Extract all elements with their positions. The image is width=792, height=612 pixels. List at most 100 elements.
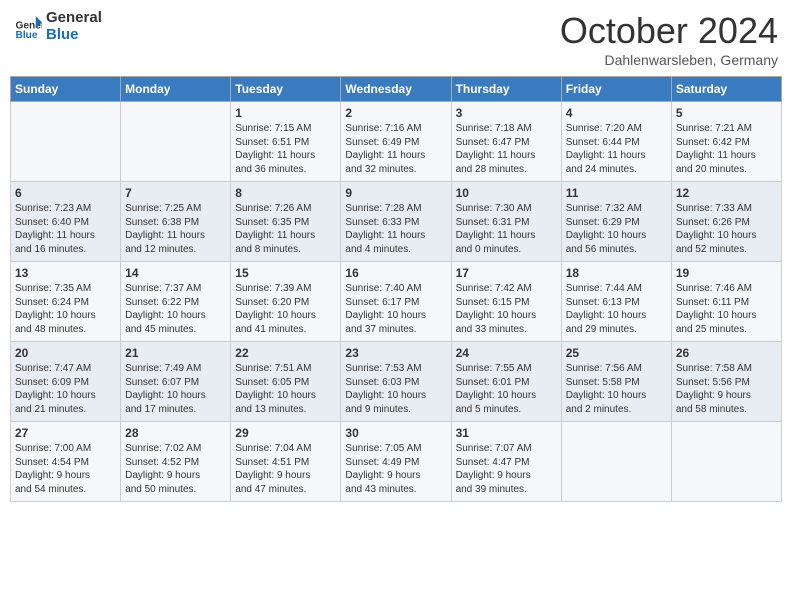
- day-info: Sunrise: 7:26 AM Sunset: 6:35 PM Dayligh…: [235, 202, 336, 256]
- title-block: October 2024 Dahlenwarsleben, Germany: [560, 10, 778, 68]
- calendar-header-row: SundayMondayTuesdayWednesdayThursdayFrid…: [11, 77, 782, 102]
- calendar-cell: [11, 102, 121, 182]
- calendar-cell: [561, 422, 671, 502]
- day-number: 30: [345, 426, 446, 440]
- day-info: Sunrise: 7:20 AM Sunset: 6:44 PM Dayligh…: [566, 122, 667, 176]
- calendar-cell: [121, 102, 231, 182]
- day-info: Sunrise: 7:00 AM Sunset: 4:54 PM Dayligh…: [15, 442, 116, 496]
- day-number: 5: [676, 106, 777, 120]
- calendar-cell: [671, 422, 781, 502]
- calendar-week-1: 1Sunrise: 7:15 AM Sunset: 6:51 PM Daylig…: [11, 102, 782, 182]
- logo-blue: Blue: [46, 27, 102, 44]
- column-header-friday: Friday: [561, 77, 671, 102]
- calendar-cell: 4Sunrise: 7:20 AM Sunset: 6:44 PM Daylig…: [561, 102, 671, 182]
- day-info: Sunrise: 7:05 AM Sunset: 4:49 PM Dayligh…: [345, 442, 446, 496]
- column-header-wednesday: Wednesday: [341, 77, 451, 102]
- day-number: 10: [456, 186, 557, 200]
- logo: General Blue General Blue: [14, 10, 102, 43]
- day-info: Sunrise: 7:02 AM Sunset: 4:52 PM Dayligh…: [125, 442, 226, 496]
- svg-text:Blue: Blue: [16, 29, 38, 40]
- day-number: 7: [125, 186, 226, 200]
- day-info: Sunrise: 7:53 AM Sunset: 6:03 PM Dayligh…: [345, 362, 446, 416]
- day-info: Sunrise: 7:21 AM Sunset: 6:42 PM Dayligh…: [676, 122, 777, 176]
- day-number: 2: [345, 106, 446, 120]
- day-number: 13: [15, 266, 116, 280]
- day-number: 24: [456, 346, 557, 360]
- day-info: Sunrise: 7:44 AM Sunset: 6:13 PM Dayligh…: [566, 282, 667, 336]
- logo-general: General: [46, 10, 102, 27]
- day-info: Sunrise: 7:30 AM Sunset: 6:31 PM Dayligh…: [456, 202, 557, 256]
- day-number: 3: [456, 106, 557, 120]
- day-info: Sunrise: 7:04 AM Sunset: 4:51 PM Dayligh…: [235, 442, 336, 496]
- day-info: Sunrise: 7:47 AM Sunset: 6:09 PM Dayligh…: [15, 362, 116, 416]
- calendar-cell: 18 Sunrise: 7:44 AM Sunset: 6:13 PM Dayli…: [561, 262, 671, 342]
- day-number: 6: [15, 186, 116, 200]
- month-title: October 2024: [560, 10, 778, 52]
- day-number: 12: [676, 186, 777, 200]
- calendar-cell: 27Sunrise: 7:00 AM Sunset: 4:54 PM Dayli…: [11, 422, 121, 502]
- calendar-cell: 5 Sunrise: 7:21 AM Sunset: 6:42 PM Daylig…: [671, 102, 781, 182]
- calendar-cell: 6 Sunrise: 7:23 AM Sunset: 6:40 PM Daylig…: [11, 182, 121, 262]
- day-info: Sunrise: 7:33 AM Sunset: 6:26 PM Dayligh…: [676, 202, 777, 256]
- day-number: 8: [235, 186, 336, 200]
- calendar-cell: 28Sunrise: 7:02 AM Sunset: 4:52 PM Dayli…: [121, 422, 231, 502]
- day-number: 29: [235, 426, 336, 440]
- calendar-table: SundayMondayTuesdayWednesdayThursdayFrid…: [10, 76, 782, 502]
- day-info: Sunrise: 7:51 AM Sunset: 6:05 PM Dayligh…: [235, 362, 336, 416]
- calendar-cell: 9Sunrise: 7:28 AM Sunset: 6:33 PM Daylig…: [341, 182, 451, 262]
- calendar-cell: 12 Sunrise: 7:33 AM Sunset: 6:26 PM Dayli…: [671, 182, 781, 262]
- calendar-cell: 16Sunrise: 7:40 AM Sunset: 6:17 PM Dayli…: [341, 262, 451, 342]
- day-number: 14: [125, 266, 226, 280]
- calendar-cell: 21Sunrise: 7:49 AM Sunset: 6:07 PM Dayli…: [121, 342, 231, 422]
- calendar-cell: 23 Sunrise: 7:53 AM Sunset: 6:03 PM Dayli…: [341, 342, 451, 422]
- calendar-cell: 30 Sunrise: 7:05 AM Sunset: 4:49 PM Dayli…: [341, 422, 451, 502]
- day-number: 16: [345, 266, 446, 280]
- column-header-tuesday: Tuesday: [231, 77, 341, 102]
- day-info: Sunrise: 7:35 AM Sunset: 6:24 PM Dayligh…: [15, 282, 116, 336]
- page-header: General Blue General Blue October 2024 D…: [10, 10, 782, 68]
- column-header-thursday: Thursday: [451, 77, 561, 102]
- column-header-saturday: Saturday: [671, 77, 781, 102]
- calendar-cell: 2 Sunrise: 7:16 AM Sunset: 6:49 PM Daylig…: [341, 102, 451, 182]
- day-number: 22: [235, 346, 336, 360]
- calendar-cell: 11Sunrise: 7:32 AM Sunset: 6:29 PM Dayli…: [561, 182, 671, 262]
- day-info: Sunrise: 7:55 AM Sunset: 6:01 PM Dayligh…: [456, 362, 557, 416]
- calendar-cell: 22 Sunrise: 7:51 AM Sunset: 6:05 PM Dayli…: [231, 342, 341, 422]
- day-info: Sunrise: 7:58 AM Sunset: 5:56 PM Dayligh…: [676, 362, 777, 416]
- calendar-cell: 10 Sunrise: 7:30 AM Sunset: 6:31 PM Dayli…: [451, 182, 561, 262]
- calendar-cell: 14 Sunrise: 7:37 AM Sunset: 6:22 PM Dayli…: [121, 262, 231, 342]
- calendar-cell: 1Sunrise: 7:15 AM Sunset: 6:51 PM Daylig…: [231, 102, 341, 182]
- day-number: 25: [566, 346, 667, 360]
- calendar-cell: 20Sunrise: 7:47 AM Sunset: 6:09 PM Dayli…: [11, 342, 121, 422]
- day-info: Sunrise: 7:18 AM Sunset: 6:47 PM Dayligh…: [456, 122, 557, 176]
- day-info: Sunrise: 7:25 AM Sunset: 6:38 PM Dayligh…: [125, 202, 226, 256]
- day-info: Sunrise: 7:42 AM Sunset: 6:15 PM Dayligh…: [456, 282, 557, 336]
- day-number: 19: [676, 266, 777, 280]
- calendar-week-2: 6 Sunrise: 7:23 AM Sunset: 6:40 PM Daylig…: [11, 182, 782, 262]
- calendar-cell: 29 Sunrise: 7:04 AM Sunset: 4:51 PM Dayli…: [231, 422, 341, 502]
- day-info: Sunrise: 7:28 AM Sunset: 6:33 PM Dayligh…: [345, 202, 446, 256]
- calendar-cell: 24 Sunrise: 7:55 AM Sunset: 6:01 PM Dayli…: [451, 342, 561, 422]
- calendar-cell: 25 Sunrise: 7:56 AM Sunset: 5:58 PM Dayli…: [561, 342, 671, 422]
- day-number: 21: [125, 346, 226, 360]
- day-number: 18: [566, 266, 667, 280]
- calendar-week-5: 27Sunrise: 7:00 AM Sunset: 4:54 PM Dayli…: [11, 422, 782, 502]
- calendar-body: 1Sunrise: 7:15 AM Sunset: 6:51 PM Daylig…: [11, 102, 782, 502]
- day-number: 15: [235, 266, 336, 280]
- day-number: 23: [345, 346, 446, 360]
- day-number: 11: [566, 186, 667, 200]
- column-header-sunday: Sunday: [11, 77, 121, 102]
- day-info: Sunrise: 7:37 AM Sunset: 6:22 PM Dayligh…: [125, 282, 226, 336]
- calendar-cell: 3 Sunrise: 7:18 AM Sunset: 6:47 PM Daylig…: [451, 102, 561, 182]
- calendar-cell: 13 Sunrise: 7:35 AM Sunset: 6:24 PM Dayli…: [11, 262, 121, 342]
- day-info: Sunrise: 7:56 AM Sunset: 5:58 PM Dayligh…: [566, 362, 667, 416]
- column-header-monday: Monday: [121, 77, 231, 102]
- day-info: Sunrise: 7:46 AM Sunset: 6:11 PM Dayligh…: [676, 282, 777, 336]
- day-info: Sunrise: 7:07 AM Sunset: 4:47 PM Dayligh…: [456, 442, 557, 496]
- logo-icon: General Blue: [14, 13, 42, 41]
- calendar-cell: 17Sunrise: 7:42 AM Sunset: 6:15 PM Dayli…: [451, 262, 561, 342]
- calendar-cell: 19 Sunrise: 7:46 AM Sunset: 6:11 PM Dayli…: [671, 262, 781, 342]
- calendar-cell: 8 Sunrise: 7:26 AM Sunset: 6:35 PM Daylig…: [231, 182, 341, 262]
- day-info: Sunrise: 7:23 AM Sunset: 6:40 PM Dayligh…: [15, 202, 116, 256]
- day-info: Sunrise: 7:16 AM Sunset: 6:49 PM Dayligh…: [345, 122, 446, 176]
